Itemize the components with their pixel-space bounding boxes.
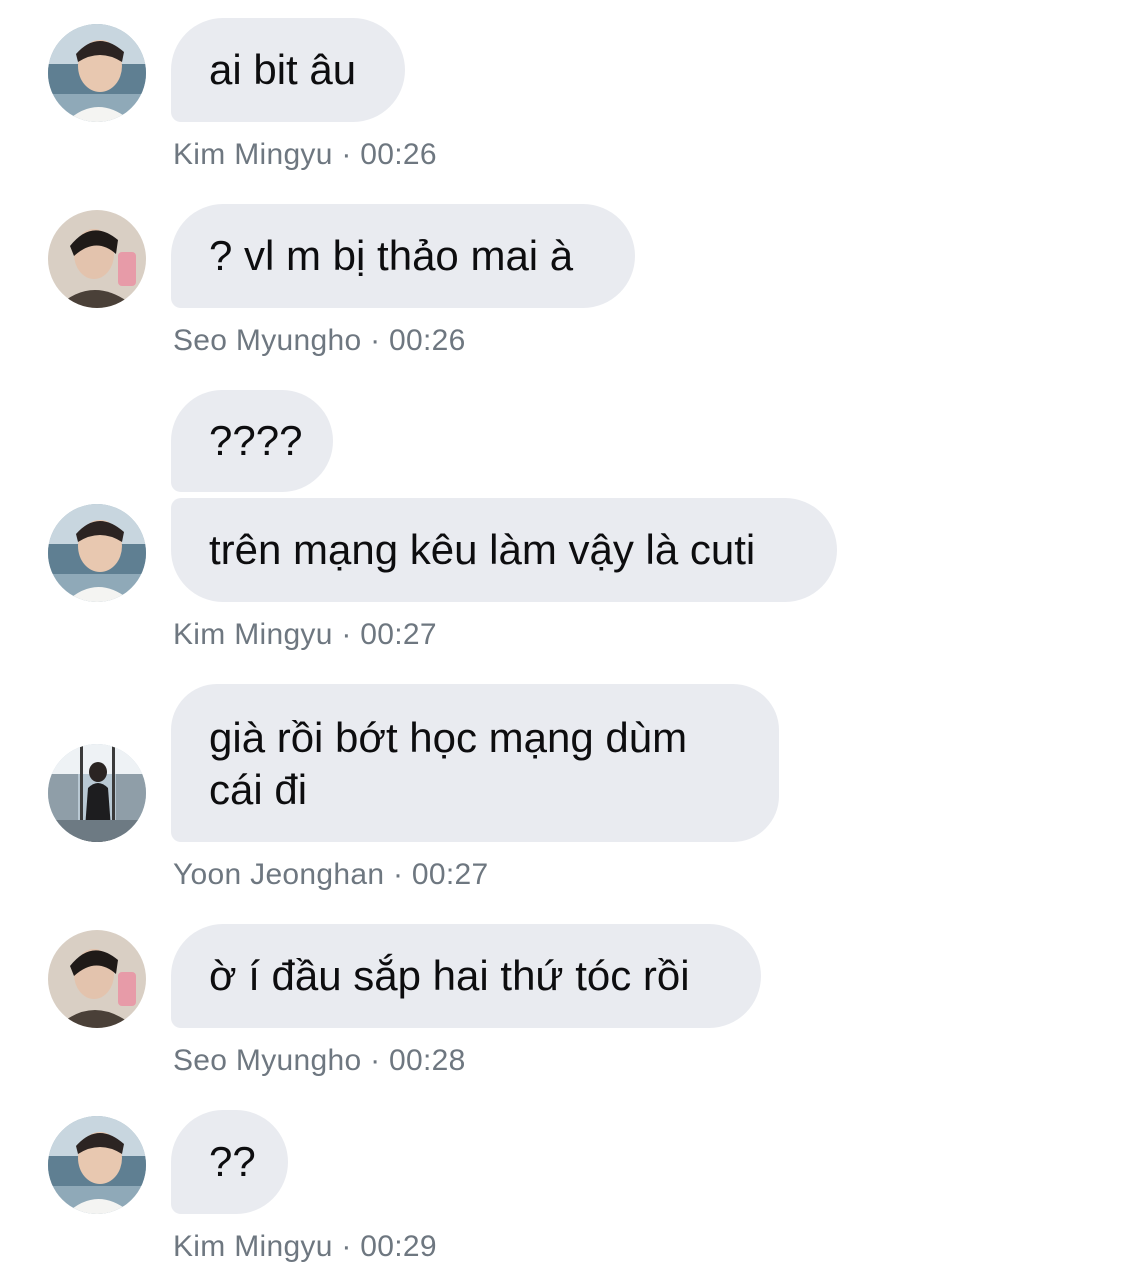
message-text: trên mạng kêu làm vậy là cuti — [209, 526, 756, 573]
sender-name[interactable]: Seo Myungho — [173, 324, 361, 357]
message-bubble[interactable]: ai bit âu — [171, 18, 405, 122]
message-bubble[interactable]: ờ í đầu sắp hai thứ tóc rồi — [171, 924, 761, 1028]
message-meta: Seo Myungho · 00:26 — [173, 324, 466, 358]
meta-separator: · — [341, 618, 352, 651]
message-time: 00:27 — [360, 618, 437, 651]
avatar-kim-mingyu[interactable] — [48, 504, 146, 602]
avatar-yoon-jeonghan[interactable] — [48, 744, 146, 842]
avatar-seo-myungho[interactable] — [48, 210, 146, 308]
message-time: 00:27 — [411, 858, 489, 891]
message-meta: Yoon Jeonghan · 00:27 — [173, 858, 489, 892]
meta-separator: · — [370, 1044, 381, 1077]
message-text: ờ í đầu sắp hai thứ tóc rồi — [209, 952, 690, 999]
avatar-kim-mingyu[interactable] — [48, 24, 146, 122]
message-bubble[interactable]: ? vl m bị thảo mai à — [171, 204, 635, 308]
sender-name[interactable]: Yoon Jeonghan — [173, 858, 384, 891]
message-text: ? vl m bị thảo mai à — [209, 232, 574, 279]
message-time: 00:26 — [389, 324, 466, 357]
message-bubble[interactable]: ?? — [171, 1110, 288, 1214]
message-bubble[interactable]: ???? — [171, 390, 333, 492]
message-time: 00:28 — [389, 1044, 466, 1077]
message-meta: Kim Mingyu · 00:29 — [173, 1230, 437, 1264]
message-bubble[interactable]: già rồi bớt học mạng dùm cái đi — [171, 684, 779, 842]
message-text: ?? — [209, 1138, 256, 1185]
sender-name[interactable]: Kim Mingyu — [173, 618, 333, 651]
sender-name[interactable]: Kim Mingyu — [173, 138, 333, 171]
message-time: 00:29 — [360, 1230, 437, 1263]
message-meta: Seo Myungho · 00:28 — [173, 1044, 466, 1078]
avatar-seo-myungho[interactable] — [48, 930, 146, 1028]
message-meta: Kim Mingyu · 00:27 — [173, 618, 437, 652]
sender-name[interactable]: Seo Myungho — [173, 1044, 361, 1077]
message-text: ai bit âu — [209, 46, 357, 93]
meta-separator: · — [341, 1230, 352, 1263]
message-text: ???? — [209, 417, 303, 464]
message-bubble[interactable]: trên mạng kêu làm vậy là cuti — [171, 498, 837, 602]
avatar-kim-mingyu[interactable] — [48, 1116, 146, 1214]
meta-separator: · — [341, 138, 352, 171]
message-text: già rồi bớt học mạng dùm cái đi — [209, 714, 688, 813]
message-time: 00:26 — [360, 138, 437, 171]
sender-name[interactable]: Kim Mingyu — [173, 1230, 333, 1263]
meta-separator: · — [370, 324, 381, 357]
message-meta: Kim Mingyu · 00:26 — [173, 138, 437, 172]
meta-separator: · — [392, 858, 404, 891]
